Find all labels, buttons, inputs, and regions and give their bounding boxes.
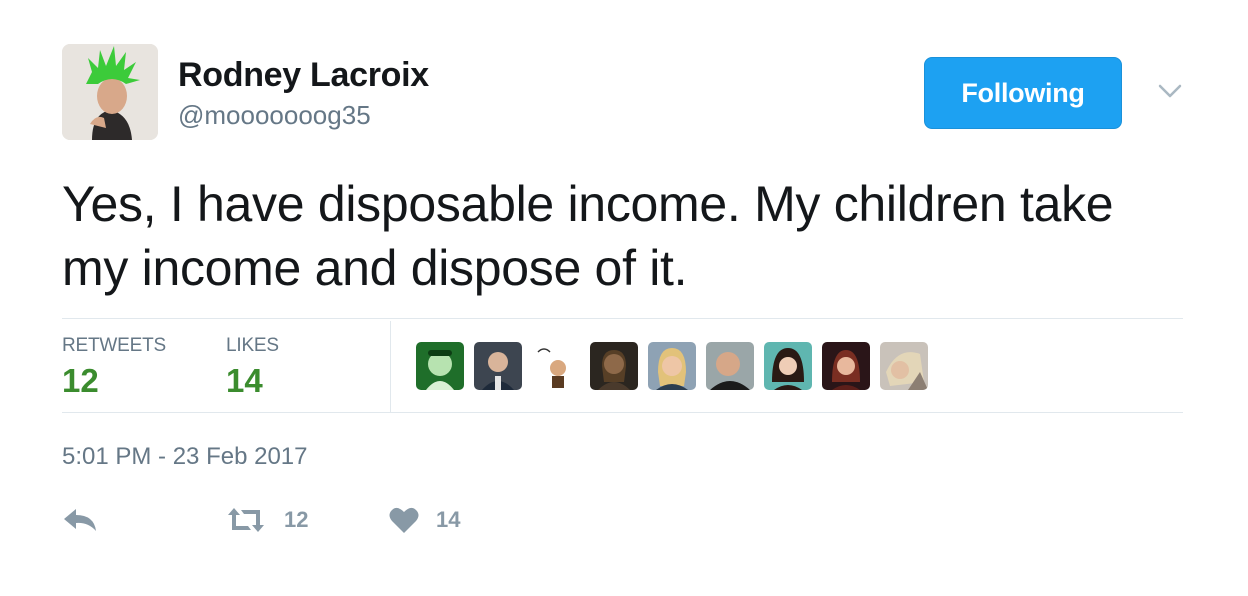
likes-label[interactable]: LIKES <box>226 335 279 357</box>
tweet-timestamp[interactable]: 5:01 PM - 23 Feb 2017 <box>62 443 307 471</box>
stats-top-divider <box>62 318 1183 319</box>
retweet-icon[interactable] <box>224 505 268 535</box>
reply-icon[interactable] <box>62 505 100 535</box>
chevron-down-icon[interactable] <box>1156 80 1184 102</box>
retweets-count[interactable]: 12 <box>62 362 99 400</box>
like-count: 14 <box>436 507 461 532</box>
liker-avatar[interactable] <box>648 342 696 390</box>
avatar[interactable] <box>62 44 158 140</box>
user-handle[interactable]: @mooooooog35 <box>178 100 371 131</box>
liker-avatar[interactable] <box>822 342 870 390</box>
following-button[interactable]: Following <box>924 57 1122 129</box>
tweet-text: Yes, I have disposable income. My childr… <box>62 176 1114 296</box>
liker-avatar[interactable] <box>764 342 812 390</box>
reply-action[interactable] <box>62 505 100 535</box>
liker-avatar[interactable] <box>532 342 580 390</box>
like-action[interactable]: 14 <box>388 505 460 535</box>
liker-avatar[interactable] <box>706 342 754 390</box>
liker-avatar[interactable] <box>590 342 638 390</box>
liker-avatar[interactable] <box>880 342 928 390</box>
display-name[interactable]: Rodney Lacroix <box>178 56 429 95</box>
likes-count[interactable]: 14 <box>226 362 263 400</box>
stats-bottom-divider <box>62 412 1183 413</box>
liker-avatar[interactable] <box>416 342 464 390</box>
stats-vertical-divider <box>390 321 391 412</box>
retweet-action[interactable]: 12 <box>224 505 308 535</box>
heart-icon[interactable] <box>388 505 420 535</box>
liker-avatar[interactable] <box>474 342 522 390</box>
likers-avatars <box>416 342 928 390</box>
retweets-label[interactable]: RETWEETS <box>62 335 166 357</box>
retweet-count: 12 <box>284 507 309 532</box>
tweet-card: Rodney Lacroix @mooooooog35 Following Ye… <box>0 0 1248 596</box>
